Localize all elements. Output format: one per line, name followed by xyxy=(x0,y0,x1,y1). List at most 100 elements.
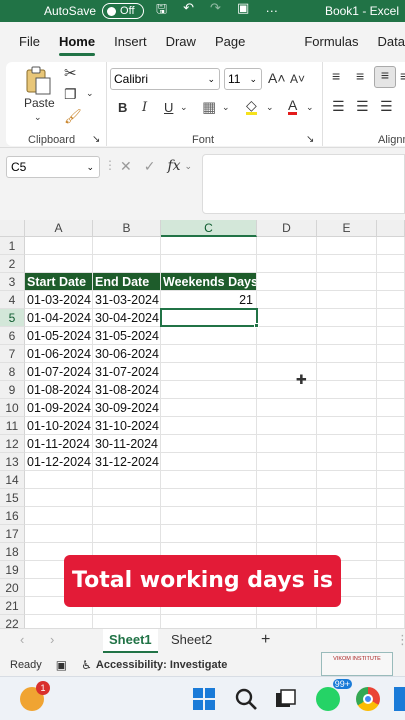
align-center-icon[interactable]: ☰ xyxy=(356,98,369,115)
row-header[interactable]: 8 xyxy=(0,363,25,381)
cell-f2[interactable] xyxy=(377,255,405,273)
column-header-e[interactable]: E xyxy=(317,220,377,237)
row-header[interactable]: 10 xyxy=(0,399,25,417)
cell-d17[interactable] xyxy=(257,525,317,543)
more-sheets-icon[interactable]: ⋮ xyxy=(390,629,405,653)
column-header-c[interactable]: C xyxy=(161,220,257,237)
column-header-b[interactable]: B xyxy=(93,220,161,237)
cell-c10[interactable] xyxy=(161,399,257,417)
fill-color-icon[interactable]: ◇ xyxy=(246,98,257,115)
cell-a13[interactable]: 01-12-2024 xyxy=(25,453,93,471)
align-middle-icon[interactable]: ≡ xyxy=(356,68,364,84)
cell-f14[interactable] xyxy=(377,471,405,489)
cell-c3[interactable]: Weekends Days xyxy=(161,273,257,291)
autosave-toggle[interactable]: Off xyxy=(102,3,145,19)
cell-f16[interactable] xyxy=(377,507,405,525)
cell-c11[interactable] xyxy=(161,417,257,435)
cell-c7[interactable] xyxy=(161,345,257,363)
cell-c1[interactable] xyxy=(161,237,257,255)
cell-e6[interactable] xyxy=(317,327,377,345)
row-header[interactable]: 3 xyxy=(0,273,25,291)
row-header[interactable]: 7 xyxy=(0,345,25,363)
copy-dropdown-icon[interactable]: ⌄ xyxy=(86,88,94,99)
cell-f9[interactable] xyxy=(377,381,405,399)
row-header[interactable]: 15 xyxy=(0,489,25,507)
sheet-tab-sheet2[interactable]: Sheet2 xyxy=(165,629,218,653)
name-box[interactable]: C5 ⌄ xyxy=(6,156,100,178)
cell-c14[interactable] xyxy=(161,471,257,489)
tab-file[interactable]: File xyxy=(19,22,40,62)
column-header-f[interactable] xyxy=(377,220,405,237)
cell-e12[interactable] xyxy=(317,435,377,453)
cell-d5[interactable] xyxy=(257,309,317,327)
italic-button[interactable]: I xyxy=(142,100,147,115)
cell-d10[interactable] xyxy=(257,399,317,417)
row-header[interactable]: 2 xyxy=(0,255,25,273)
enter-icon[interactable]: ✓ xyxy=(144,158,156,175)
cell-e4[interactable] xyxy=(317,291,377,309)
paste-label[interactable]: Paste xyxy=(24,96,55,110)
row-header[interactable]: 17 xyxy=(0,525,25,543)
cell-f22[interactable] xyxy=(377,615,405,628)
cell-e2[interactable] xyxy=(317,255,377,273)
cell-f7[interactable] xyxy=(377,345,405,363)
cell-c15[interactable] xyxy=(161,489,257,507)
cell-a8[interactable]: 01-07-2024 xyxy=(25,363,93,381)
select-all-corner[interactable] xyxy=(0,220,25,237)
cell-f5[interactable] xyxy=(377,309,405,327)
cell-e16[interactable] xyxy=(317,507,377,525)
cell-c12[interactable] xyxy=(161,435,257,453)
row-header[interactable]: 11 xyxy=(0,417,25,435)
row-header[interactable]: 6 xyxy=(0,327,25,345)
cell-a2[interactable] xyxy=(25,255,93,273)
cell-d2[interactable] xyxy=(257,255,317,273)
align-left-icon[interactable]: ☰ xyxy=(332,98,345,115)
accessibility-icon[interactable]: ♿ xyxy=(81,658,92,672)
cell-a15[interactable] xyxy=(25,489,93,507)
increase-font-icon[interactable]: A˄ xyxy=(268,70,286,86)
row-header[interactable]: 22 xyxy=(0,615,25,628)
underline-button[interactable]: U xyxy=(164,100,173,115)
font-size-select[interactable]: 11 ⌄ xyxy=(224,68,262,90)
cell-e3[interactable] xyxy=(317,273,377,291)
wrap-text-icon[interactable]: ≡ xyxy=(400,68,405,84)
formula-input[interactable] xyxy=(202,154,405,214)
cell-b8[interactable]: 31-07-2024 xyxy=(93,363,161,381)
cell-c9[interactable] xyxy=(161,381,257,399)
tab-data[interactable]: Data xyxy=(378,22,405,62)
paste-dropdown-icon[interactable]: ⌄ xyxy=(34,112,42,123)
row-header[interactable]: 9 xyxy=(0,381,25,399)
save-icon[interactable]: 🖫 xyxy=(156,0,167,22)
cell-d6[interactable] xyxy=(257,327,317,345)
cell-a16[interactable] xyxy=(25,507,93,525)
cell-e22[interactable] xyxy=(317,615,377,628)
cell-a14[interactable] xyxy=(25,471,93,489)
cell-a17[interactable] xyxy=(25,525,93,543)
cell-e9[interactable] xyxy=(317,381,377,399)
cell-a22[interactable] xyxy=(25,615,93,628)
cell-f4[interactable] xyxy=(377,291,405,309)
cell-f11[interactable] xyxy=(377,417,405,435)
decrease-font-icon[interactable]: A˅ xyxy=(290,72,305,86)
row-header[interactable]: 1 xyxy=(0,237,25,255)
cell-c6[interactable] xyxy=(161,327,257,345)
app-icon[interactable] xyxy=(394,687,405,711)
row-header[interactable]: 14 xyxy=(0,471,25,489)
cell-c8[interactable] xyxy=(161,363,257,381)
cell-e11[interactable] xyxy=(317,417,377,435)
cell-a3[interactable]: Start Date xyxy=(25,273,93,291)
cell-d3[interactable] xyxy=(257,273,317,291)
tab-draw[interactable]: Draw xyxy=(166,22,196,62)
cell-d16[interactable] xyxy=(257,507,317,525)
cell-f20[interactable] xyxy=(377,579,405,597)
cell-d8[interactable] xyxy=(257,363,317,381)
underline-dropdown-icon[interactable]: ⌄ xyxy=(180,102,188,113)
cell-b4[interactable]: 31-03-2024 xyxy=(93,291,161,309)
cell-e14[interactable] xyxy=(317,471,377,489)
row-header[interactable]: 16 xyxy=(0,507,25,525)
cell-d13[interactable] xyxy=(257,453,317,471)
cell-a12[interactable]: 01-11-2024 xyxy=(25,435,93,453)
cell-f17[interactable] xyxy=(377,525,405,543)
more-icon[interactable]: … xyxy=(265,0,278,22)
windows-start-icon[interactable] xyxy=(192,687,216,711)
